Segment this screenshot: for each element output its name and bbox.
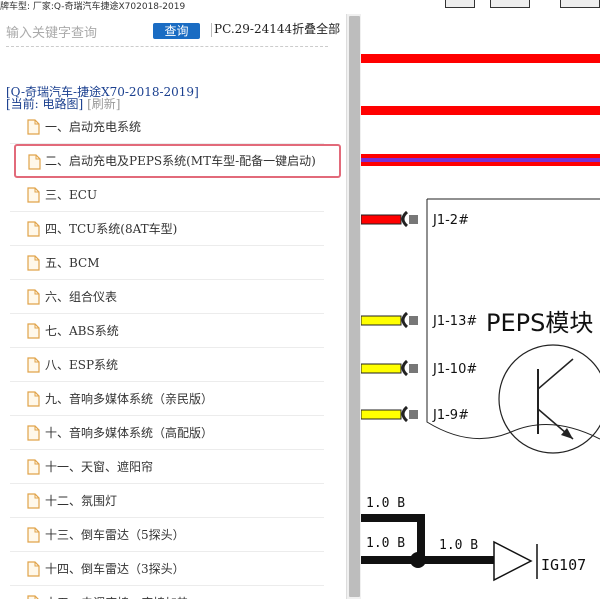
wire-black-3 bbox=[361, 556, 501, 564]
tree-item-label[interactable]: 三、ECU bbox=[45, 178, 97, 212]
document-icon bbox=[27, 595, 40, 599]
document-icon bbox=[27, 119, 40, 135]
document-icon bbox=[27, 357, 40, 373]
tree-item[interactable]: 十四、倒车雷达（3探头） bbox=[10, 552, 324, 586]
tree-item[interactable]: 五、BCM bbox=[10, 246, 324, 280]
pin-block-3 bbox=[409, 364, 418, 373]
tree-item-label[interactable]: 二、启动充电及PEPS系统(MT车型-配备一键启动) bbox=[45, 146, 316, 176]
toolbar-button-2[interactable] bbox=[490, 0, 530, 8]
tree-item[interactable]: 十、音响多媒体系统（高配版） bbox=[10, 416, 324, 450]
scrollbar-thumb[interactable] bbox=[349, 16, 360, 597]
ground-label: IG107 bbox=[541, 556, 586, 574]
ground-arrow bbox=[493, 540, 533, 582]
tree-item-label[interactable]: 九、音响多媒体系统（亲民版） bbox=[45, 382, 213, 416]
scrollbar[interactable] bbox=[346, 14, 361, 599]
wire-label: 1.0 B bbox=[366, 536, 405, 551]
pin-wire-yellow-3 bbox=[361, 409, 402, 420]
document-icon bbox=[27, 323, 40, 339]
top-bar: 牌车型: 厂家:Q-奇瑞汽车捷途X702018-2019 bbox=[0, 0, 600, 14]
junction-dot bbox=[410, 552, 426, 568]
pin-wire-yellow-2 bbox=[361, 363, 402, 374]
tree-item[interactable]: 十三、倒车雷达（5探头） bbox=[10, 518, 324, 552]
transistor-collector bbox=[537, 358, 574, 390]
breadcrumb: 牌车型: 厂家:Q-奇瑞汽车捷途X702018-2019 bbox=[0, 2, 186, 12]
tree-item[interactable]: 十二、氛围灯 bbox=[10, 484, 324, 518]
pin-label: J1-2# bbox=[432, 213, 469, 228]
document-icon bbox=[27, 561, 40, 577]
search-button[interactable]: 查询 bbox=[153, 23, 200, 39]
tree-item[interactable]: 三、ECU bbox=[10, 178, 324, 212]
wire-red-1 bbox=[361, 54, 600, 63]
tree-item-label[interactable]: 一、启动充电系统 bbox=[45, 110, 141, 144]
tree-item[interactable]: 六、组合仪表 bbox=[10, 280, 324, 314]
tree-item[interactable]: 二、启动充电及PEPS系统(MT车型-配备一键启动) bbox=[14, 144, 341, 178]
tree-item-label[interactable]: 四、TCU系统(8AT车型) bbox=[45, 212, 177, 246]
tree-item[interactable]: 八、ESP系统 bbox=[10, 348, 324, 382]
tree-item-label[interactable]: 十一、天窗、遮阳帘 bbox=[45, 450, 153, 484]
tree-item[interactable]: 七、ABS系统 bbox=[10, 314, 324, 348]
wire-purple bbox=[361, 158, 600, 162]
document-icon bbox=[27, 187, 40, 203]
connector-4 bbox=[401, 405, 409, 423]
separator bbox=[211, 22, 212, 37]
wire-red-3 bbox=[361, 154, 600, 158]
connector-2 bbox=[401, 311, 409, 329]
toolbar-button-1[interactable] bbox=[445, 0, 475, 8]
tree-item[interactable]: 十五、电调座椅、座椅加热 bbox=[10, 586, 324, 599]
pin-block-2 bbox=[409, 316, 418, 325]
pin-wire-yellow-1 bbox=[361, 315, 402, 326]
connector-1 bbox=[401, 210, 409, 228]
wire-label: 1.0 B bbox=[366, 496, 405, 511]
document-icon bbox=[27, 289, 40, 305]
tree-item-label[interactable]: 十四、倒车雷达（3探头） bbox=[45, 552, 185, 586]
document-icon bbox=[27, 459, 40, 475]
module-title: PEPS模块 bbox=[486, 309, 593, 337]
tree-item-label[interactable]: 十二、氛围灯 bbox=[45, 484, 117, 518]
wire-black-1 bbox=[361, 514, 423, 522]
pin-block-4 bbox=[409, 410, 418, 419]
document-icon bbox=[27, 425, 40, 441]
tree-item[interactable]: 十一、天窗、遮阳帘 bbox=[10, 450, 324, 484]
divider bbox=[6, 46, 328, 47]
tree-item-label[interactable]: 十五、电调座椅、座椅加热 bbox=[45, 586, 189, 599]
pin-wire-red bbox=[361, 214, 402, 225]
tree-item-label[interactable]: 七、ABS系统 bbox=[45, 314, 119, 348]
refresh-link[interactable]: [刷新] bbox=[87, 97, 120, 111]
document-icon bbox=[27, 527, 40, 543]
pc-info[interactable]: PC.29-24144折叠全部 bbox=[211, 20, 340, 37]
document-icon bbox=[27, 255, 40, 271]
wire-red-4 bbox=[361, 162, 600, 166]
pin-label: J1-9# bbox=[432, 408, 469, 423]
transistor-circle bbox=[498, 344, 600, 454]
document-icon bbox=[27, 493, 40, 509]
pc-info-text[interactable]: PC.29-24144折叠全部 bbox=[214, 22, 340, 36]
document-icon bbox=[27, 221, 40, 237]
connector-3 bbox=[401, 359, 409, 377]
document-icon bbox=[27, 391, 40, 407]
circuit-diagram: J1-2# J1-13# J1-10# J1-9# PEPS模块 1.0 B 1… bbox=[361, 14, 600, 599]
left-panel: 输入关键字查询 查询 PC.29-24144折叠全部 [Q-奇瑞汽车-捷途X70… bbox=[0, 14, 346, 599]
tree-item-label[interactable]: 八、ESP系统 bbox=[45, 348, 118, 382]
tree-item-label[interactable]: 六、组合仪表 bbox=[45, 280, 117, 314]
diagram-svg: J1-2# J1-13# J1-10# J1-9# PEPS模块 1.0 B 1… bbox=[361, 54, 600, 582]
toolbar-button-3[interactable] bbox=[560, 0, 600, 8]
pin-label: J1-13# bbox=[432, 314, 477, 329]
tree-item-label[interactable]: 十三、倒车雷达（5探头） bbox=[45, 518, 185, 552]
wire-label: 1.0 B bbox=[439, 538, 478, 553]
document-icon bbox=[28, 154, 41, 170]
tree-item[interactable]: 四、TCU系统(8AT车型) bbox=[10, 212, 324, 246]
tree-item[interactable]: 九、音响多媒体系统（亲民版） bbox=[10, 382, 324, 416]
tree-item-label[interactable]: 五、BCM bbox=[45, 246, 100, 280]
tree-item-label[interactable]: 十、音响多媒体系统（高配版） bbox=[45, 416, 213, 450]
wire-red-2 bbox=[361, 106, 600, 115]
pin-label: J1-10# bbox=[432, 362, 477, 377]
tree-item[interactable]: 一、启动充电系统 bbox=[10, 110, 324, 144]
current-label: [当前: 电路图] bbox=[6, 97, 84, 111]
search-input[interactable]: 输入关键字查询 bbox=[6, 22, 146, 41]
pin-block-1 bbox=[409, 215, 418, 224]
